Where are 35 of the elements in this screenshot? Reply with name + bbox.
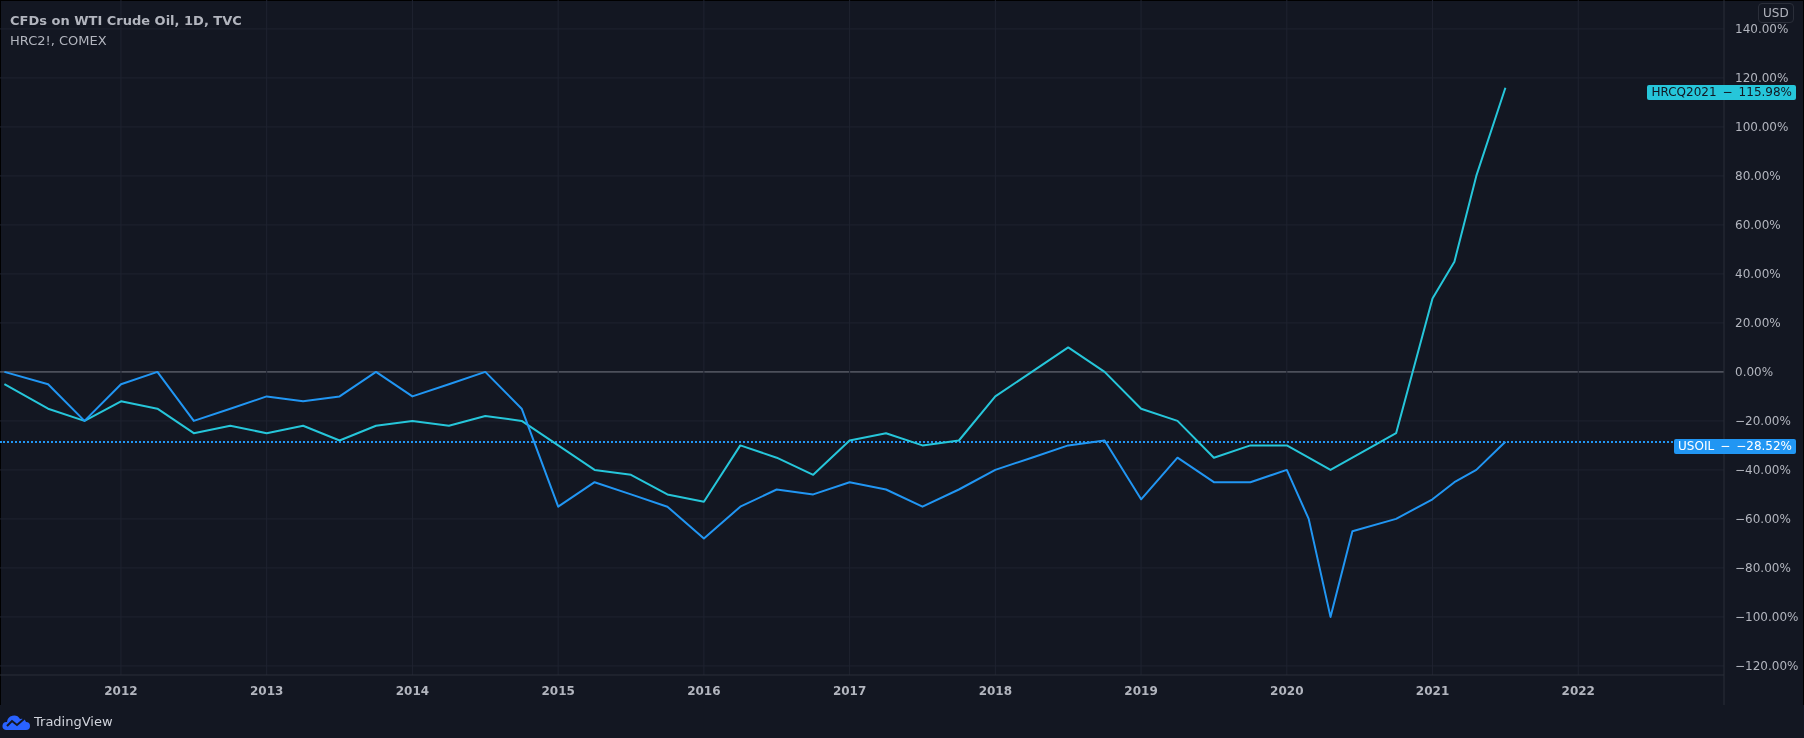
currency-button[interactable]: USD (1758, 3, 1794, 23)
axis-label: 40.00% (1735, 266, 1781, 281)
axis-label: 2019 (1124, 684, 1158, 698)
axis-label: 2013 (250, 684, 284, 698)
axis-label: 120.00% (1735, 70, 1789, 85)
axis-label: 2014 (395, 684, 430, 698)
axis-label: −80.00% (1735, 560, 1791, 575)
axis-label: 100.00% (1735, 119, 1789, 134)
axis-label: 2020 (1270, 684, 1304, 698)
axis-label: −100.00% (1735, 609, 1799, 624)
axis-label: −40.00% (1735, 462, 1791, 477)
axis-label: 2018 (978, 684, 1013, 698)
legend-text: CFDs on WTI Crude Oil, 1D, TVC (10, 12, 242, 30)
symbol-text: HRCQ2021 (1651, 84, 1717, 100)
axis-label: 2017 (832, 684, 867, 698)
axis-label: 140.00% (1735, 21, 1789, 36)
axis-label: 2016 (687, 684, 721, 698)
value-text: 115.98% (1738, 84, 1792, 100)
axis-label: −20.00% (1735, 413, 1791, 428)
axis-label: 20.00% (1735, 315, 1781, 330)
symbol-text: USOIL (1678, 438, 1715, 454)
axis-label: −60.00% (1735, 511, 1791, 526)
axis-label: 2021 (1415, 684, 1450, 698)
value-text: −28.52% (1736, 438, 1792, 454)
axis-label: 2015 (541, 684, 575, 698)
axis-label: 80.00% (1735, 168, 1781, 183)
axis-label: 2012 (104, 684, 138, 698)
separator-text: − (1722, 84, 1733, 100)
separator-text: − (1720, 438, 1731, 454)
axis-label: −120.00% (1735, 658, 1799, 673)
axis-label: 60.00% (1735, 217, 1781, 232)
axis-label: 2022 (1561, 684, 1595, 698)
brand-text: TradingView (34, 712, 113, 731)
legend-text: HRC2!, COMEX (10, 32, 108, 50)
axis-label: 0.00% (1735, 364, 1774, 379)
